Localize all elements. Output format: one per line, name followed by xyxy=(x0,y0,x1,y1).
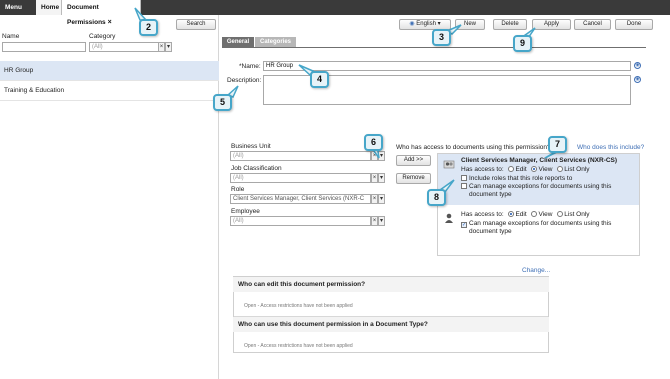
callout-3: 3 xyxy=(432,29,451,46)
callout-6: 6 xyxy=(364,134,383,151)
callout-pointers xyxy=(134,7,561,193)
callout-4: 4 xyxy=(310,71,329,88)
callout-2: 2 xyxy=(139,19,158,36)
callout-7: 7 xyxy=(548,136,567,153)
callout-5: 5 xyxy=(213,94,232,111)
callout-8: 8 xyxy=(427,189,446,206)
callout-9: 9 xyxy=(513,35,532,52)
